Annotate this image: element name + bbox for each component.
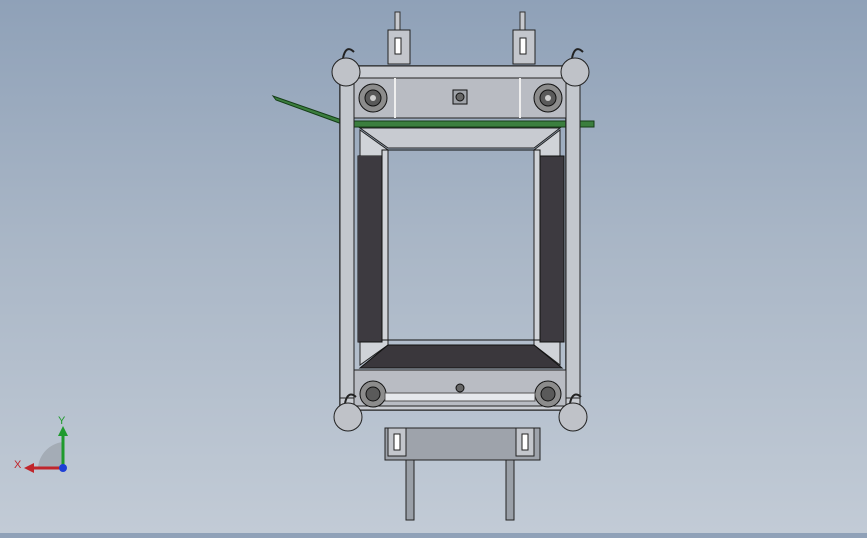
bottom-roller-plate[interactable] bbox=[353, 369, 567, 408]
bottom-mount-block[interactable] bbox=[384, 427, 541, 521]
triad-plane-icon bbox=[38, 442, 63, 468]
top-mount-brackets[interactable] bbox=[387, 11, 536, 65]
y-axis-label: Y bbox=[58, 415, 66, 427]
top-roller-plate[interactable] bbox=[353, 77, 567, 119]
orientation-triad: Y X bbox=[10, 410, 80, 480]
model-drawing[interactable] bbox=[0, 0, 867, 533]
hopper-top-funnel[interactable] bbox=[358, 127, 562, 149]
x-axis-label: X bbox=[14, 459, 22, 471]
inner-chute[interactable] bbox=[357, 128, 565, 369]
graphics-viewport[interactable]: Y X bbox=[0, 0, 867, 533]
z-axis-icon bbox=[59, 464, 67, 472]
